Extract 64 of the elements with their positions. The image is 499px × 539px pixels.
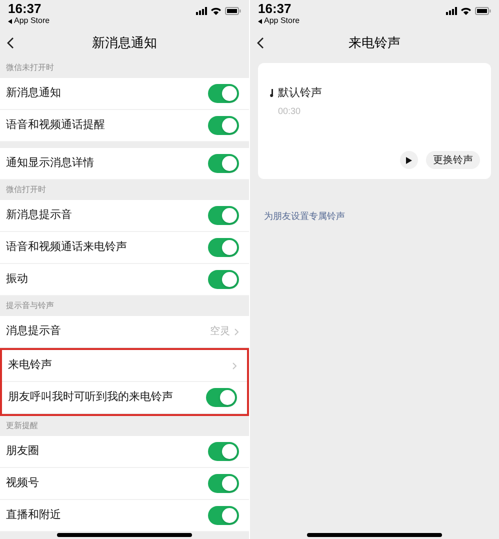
back-triangle-icon [8,18,12,24]
setting-row[interactable]: 新消息提示音 [0,200,249,232]
setting-label: 通知显示消息详情 [6,156,94,172]
setting-label: 视频号 [6,476,39,492]
setting-row[interactable]: 语音和视频通话来电铃声 [0,232,249,264]
toggle-switch[interactable] [208,474,239,493]
ringtone-duration: 00:30 [278,104,301,118]
toggle-switch[interactable] [208,84,239,103]
toggle-switch[interactable] [208,238,239,257]
setting-row[interactable]: 来电铃声 [2,350,247,382]
back-app-link[interactable]: App Store [264,17,300,25]
chevron-icon [234,328,239,336]
back-icon[interactable] [7,37,14,49]
battery-icon [225,7,241,15]
setting-row[interactable]: 朋友呼叫我时可听到我的来电铃声 [2,382,247,414]
music-note-icon [269,89,274,98]
section-header: 微信打开时 [6,184,46,196]
signal-icon [196,7,207,15]
wifi-icon [211,7,221,15]
page-title: 来电铃声 [348,34,400,52]
setting-row[interactable]: 新消息通知 [0,78,249,110]
back-app-link[interactable]: App Store [14,17,50,25]
setting-label: 振动 [6,272,28,288]
friend-ringtone-link[interactable]: 为朋友设置专属铃声 [264,211,345,221]
battery-icon [475,7,491,15]
setting-row[interactable]: 语音和视频通话提醒 [0,110,249,142]
setting-label: 语音和视频通话提醒 [6,118,105,134]
setting-label: 消息提示音 [6,324,61,340]
setting-label: 朋友圈 [6,444,39,460]
wifi-icon [461,7,471,15]
setting-value: 空灵 [210,324,230,339]
toggle-switch[interactable] [208,506,239,525]
toggle-switch[interactable] [208,270,239,289]
toggle-switch[interactable] [206,388,237,407]
setting-row[interactable]: 振动 [0,264,249,296]
section-header: 更新提醒 [6,420,38,432]
setting-label: 朋友呼叫我时可听到我的来电铃声 [8,390,173,406]
status-time: 16:37 [8,2,42,15]
section-header: 微信未打开时 [6,62,54,74]
setting-row[interactable]: 消息提示音 空灵 [0,316,249,348]
status-time: 16:37 [258,2,292,15]
play-icon [406,156,412,164]
setting-row[interactable]: 朋友圈 [0,436,249,468]
setting-label: 来电铃声 [8,358,52,374]
back-triangle-icon [258,18,262,24]
chevron-icon [232,362,237,370]
toggle-switch[interactable] [208,116,239,135]
section-header: 提示音与铃声 [6,300,54,312]
signal-icon [446,7,457,15]
setting-label: 新消息通知 [6,86,61,102]
setting-row[interactable]: 视频号 [0,468,249,500]
page-title: 新消息通知 [92,34,157,52]
setting-label: 语音和视频通话来电铃声 [6,240,127,256]
toggle-switch[interactable] [208,206,239,225]
back-icon[interactable] [257,37,264,49]
setting-label: 新消息提示音 [6,208,72,224]
setting-row[interactable]: 通知显示消息详情 [0,148,249,180]
setting-label: 直播和附近 [6,508,61,524]
change-ringtone-button[interactable]: 更换铃声 [426,151,480,169]
setting-row[interactable]: 直播和附近 [0,500,249,532]
toggle-switch[interactable] [208,154,239,173]
toggle-switch[interactable] [208,442,239,461]
play-button[interactable] [400,151,418,169]
ringtone-name: 默认铃声 [278,86,322,101]
